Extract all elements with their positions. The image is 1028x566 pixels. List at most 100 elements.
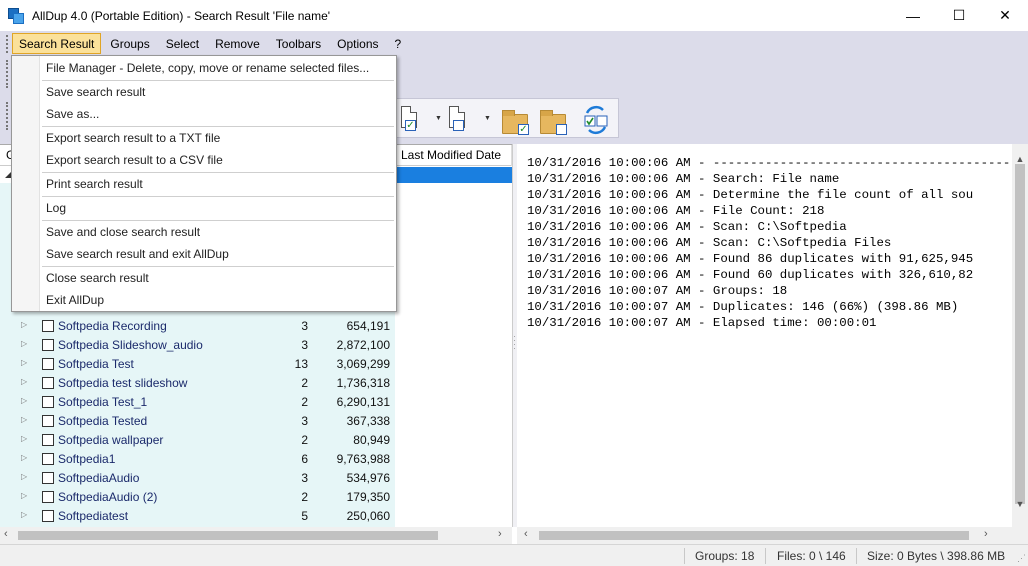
table-row[interactable]: ▷ Softpedia Test 13 3,069,299 [0, 355, 395, 374]
row-checkbox[interactable] [42, 377, 54, 389]
log-line: 10/31/2016 10:00:06 AM - Search: File na… [527, 172, 840, 186]
table-row[interactable]: ▷ Softpedia Tested 3 367,338 [0, 412, 395, 431]
row-checkbox[interactable] [42, 472, 54, 484]
row-checkbox[interactable] [42, 453, 54, 465]
table-row[interactable]: ▷ Softpediatest 5 250,060 [0, 507, 395, 526]
table-row[interactable]: ▷ SoftpediaAudio (2) 2 179,350 [0, 488, 395, 507]
group-size: 1,736,318 [336, 376, 390, 390]
row-checkbox[interactable] [42, 358, 54, 370]
selected-row-highlight[interactable] [395, 167, 512, 183]
menu-print[interactable]: Print search result [46, 177, 143, 191]
expand-arrow-icon[interactable]: ▷ [21, 377, 27, 386]
log-line: 10/31/2016 10:00:06 AM - Found 60 duplic… [527, 268, 974, 282]
menu-select[interactable]: Select [159, 33, 206, 54]
scroll-down-icon[interactable]: ▼ [1012, 499, 1028, 509]
folder-check-button[interactable]: ✓ [501, 105, 529, 135]
expand-arrow-icon[interactable]: ▷ [21, 491, 27, 500]
maximize-button[interactable]: ☐ [936, 0, 982, 31]
menu-export-txt[interactable]: Export search result to a TXT file [46, 131, 220, 145]
dropdown-arrow-icon[interactable]: ▼ [484, 115, 491, 122]
row-checkbox[interactable] [42, 491, 54, 503]
log-horizontal-scrollbar[interactable]: ‹ › [517, 527, 1028, 544]
row-checkbox[interactable] [42, 434, 54, 446]
expand-arrow-icon[interactable]: ▷ [21, 320, 27, 329]
log-line: 10/31/2016 10:00:06 AM - Determine the f… [527, 188, 974, 202]
row-checkbox[interactable] [42, 415, 54, 427]
table-row[interactable]: ▷ Softpedia Test_1 2 6,290,131 [0, 393, 395, 412]
folder-uncheck-button[interactable] [539, 105, 567, 135]
group-count: 6 [301, 452, 308, 466]
row-checkbox[interactable] [42, 396, 54, 408]
group-name: Softpedia1 [58, 452, 116, 466]
group-count: 3 [301, 319, 308, 333]
menu-save-search-result[interactable]: Save search result [46, 85, 145, 99]
table-row[interactable]: ▷ Softpedia Recording 3 654,191 [0, 317, 395, 336]
resize-grip-icon[interactable]: ⋰ [1017, 553, 1026, 564]
menu-file-manager[interactable]: File Manager - Delete, copy, move or ren… [46, 61, 369, 75]
menu-close-search-result[interactable]: Close search result [46, 271, 149, 285]
menu-save-and-close[interactable]: Save and close search result [46, 225, 200, 239]
menu-toolbars[interactable]: Toolbars [269, 33, 328, 54]
menu-save-and-exit[interactable]: Save search result and exit AllDup [46, 247, 229, 261]
group-size: 179,350 [346, 490, 390, 504]
group-count: 2 [301, 376, 308, 390]
menu-help[interactable]: ? [388, 33, 409, 54]
row-checkbox[interactable] [42, 339, 54, 351]
expand-arrow-icon[interactable]: ▷ [21, 396, 27, 405]
menu-remove[interactable]: Remove [208, 33, 267, 54]
table-row[interactable]: ▷ Softpedia1 6 9,763,988 [0, 450, 395, 469]
dropdown-arrow-icon[interactable]: ▼ [435, 115, 442, 122]
group-name: Softpedia Tested [58, 414, 148, 428]
scroll-left-icon[interactable]: ‹ [524, 528, 528, 540]
expand-arrow-icon[interactable]: ▷ [21, 358, 27, 367]
group-size: 367,338 [346, 414, 390, 428]
table-row[interactable]: ▷ Softpedia wallpaper 2 80,949 [0, 431, 395, 450]
toolbar-grip[interactable] [6, 60, 10, 88]
log-line: 10/31/2016 10:00:07 AM - Elapsed time: 0… [527, 316, 877, 330]
row-checkbox[interactable] [42, 320, 54, 332]
select-unchecked-button[interactable] [447, 105, 475, 133]
table-row[interactable]: ▷ Softpedia test slideshow 2 1,736,318 [0, 374, 395, 393]
menu-log[interactable]: Log [46, 201, 66, 215]
menu-save-as[interactable]: Save as... [46, 107, 99, 121]
menu-bar: Search Result Groups Select Remove Toolb… [0, 31, 1028, 56]
toolbar-grip[interactable] [6, 102, 10, 130]
column-header-last-modified[interactable]: Last Modified Date [395, 145, 512, 166]
scroll-thumb[interactable] [539, 531, 969, 540]
log-vertical-scrollbar[interactable]: ▲ ▼ [1012, 144, 1028, 527]
select-checked-button[interactable]: ✓ [399, 105, 427, 133]
close-button[interactable]: ✕ [982, 0, 1028, 31]
menubar-grip[interactable] [6, 34, 10, 53]
log-line: 10/31/2016 10:00:06 AM - File Count: 218 [527, 204, 825, 218]
expand-arrow-icon[interactable]: ▷ [21, 510, 27, 519]
status-size: Size: 0 Bytes \ 398.86 MB [867, 549, 1006, 563]
scroll-left-icon[interactable]: ‹ [4, 528, 8, 540]
scroll-thumb[interactable] [1015, 164, 1025, 504]
scroll-right-icon[interactable]: › [498, 528, 502, 540]
group-name: Softpedia test slideshow [58, 376, 188, 390]
scroll-thumb[interactable] [18, 531, 438, 540]
expand-arrow-icon[interactable]: ▷ [21, 434, 27, 443]
menu-search-result[interactable]: Search Result [12, 33, 102, 54]
table-row[interactable]: ▷ SoftpediaAudio 3 534,976 [0, 469, 395, 488]
table-row[interactable]: ▷ Softpedia Slideshow_audio 3 2,872,100 [0, 336, 395, 355]
log-line: 10/31/2016 10:00:06 AM - Scan: C:\Softpe… [527, 236, 892, 250]
menu-exit[interactable]: Exit AllDup [46, 293, 104, 307]
group-size: 250,060 [346, 509, 390, 523]
expand-arrow-icon[interactable]: ▷ [21, 415, 27, 424]
menu-groups[interactable]: Groups [103, 33, 156, 54]
checkbox-empty-icon [556, 124, 567, 135]
menu-export-csv[interactable]: Export search result to a CSV file [46, 153, 223, 167]
minimize-button[interactable]: — [890, 0, 936, 31]
groups-horizontal-scrollbar[interactable]: ‹ › [0, 527, 512, 544]
group-count: 3 [301, 338, 308, 352]
scroll-up-icon[interactable]: ▲ [1012, 154, 1028, 164]
menu-options[interactable]: Options [330, 33, 385, 54]
expand-arrow-icon[interactable]: ▷ [21, 339, 27, 348]
row-checkbox[interactable] [42, 510, 54, 522]
window-title: AllDup 4.0 (Portable Edition) - Search R… [32, 8, 331, 23]
expand-arrow-icon[interactable]: ▷ [21, 472, 27, 481]
scroll-right-icon[interactable]: › [984, 528, 988, 540]
expand-arrow-icon[interactable]: ▷ [21, 453, 27, 462]
invert-selection-button[interactable] [581, 105, 609, 135]
